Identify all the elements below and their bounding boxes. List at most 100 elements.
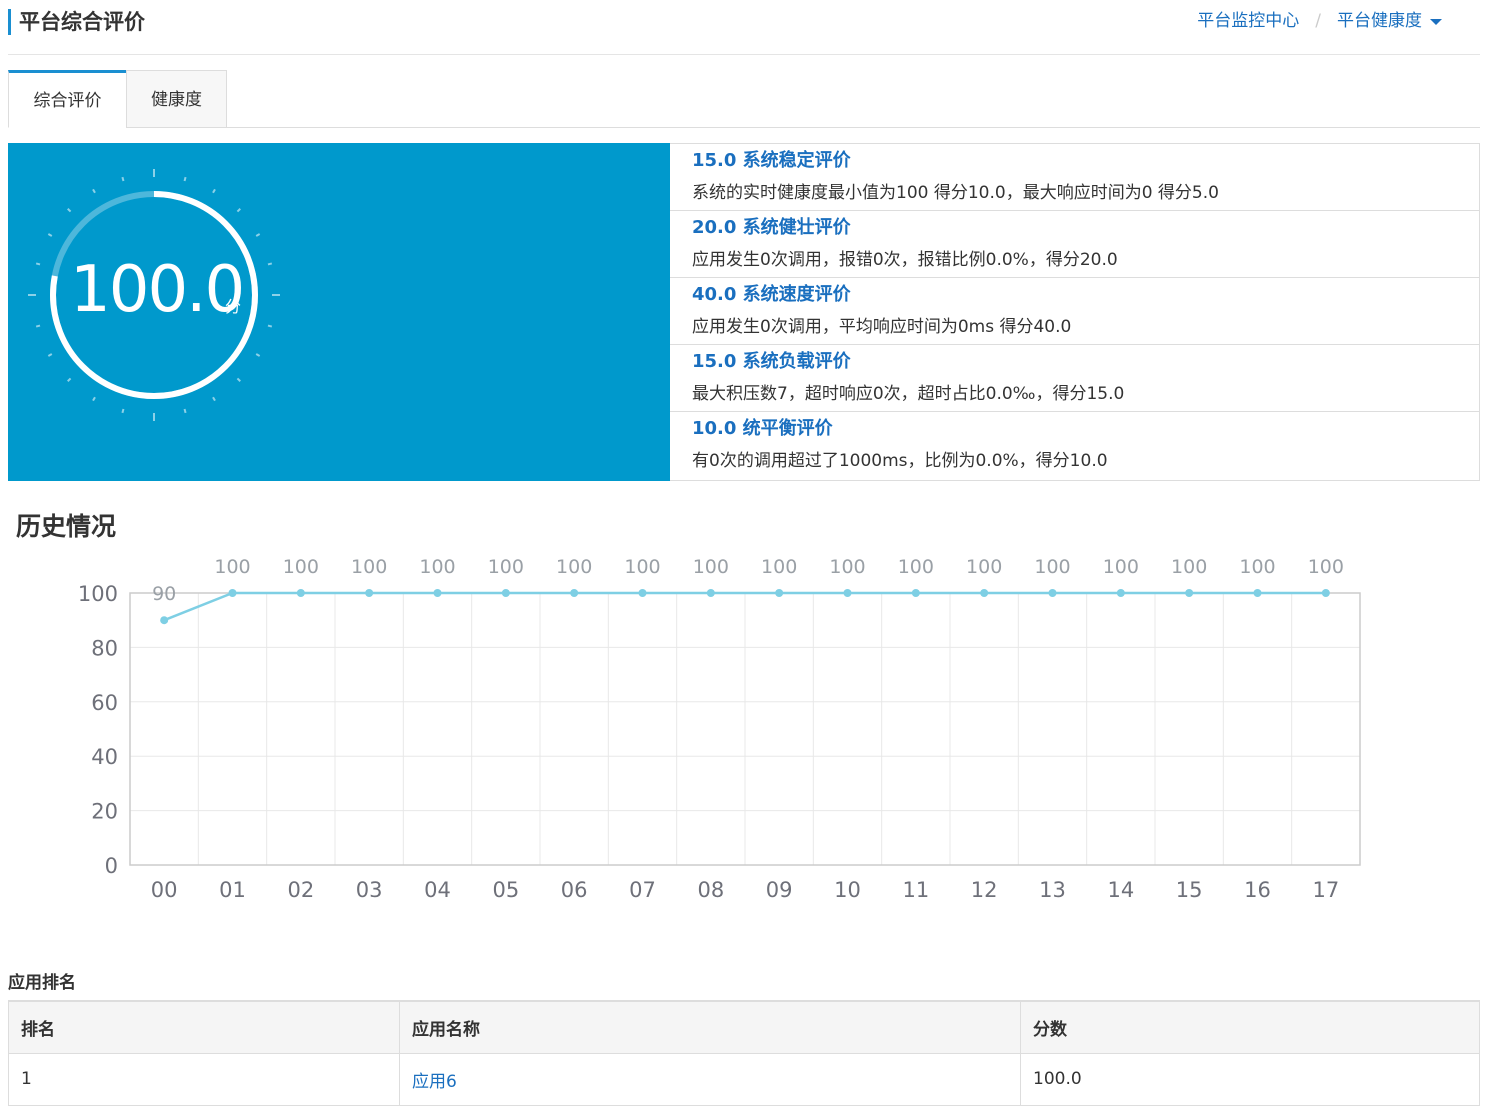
breadcrumb: 平台监控中心 / 平台健康度	[1197, 9, 1442, 33]
data-label: 100	[624, 556, 660, 578]
x-tick-label: 09	[766, 878, 793, 902]
data-point	[228, 589, 237, 597]
data-label: 100	[898, 556, 934, 578]
x-tick-label: 04	[424, 878, 451, 902]
data-point	[1321, 589, 1330, 597]
gauge-tick	[236, 208, 241, 213]
ranking-title: 应用排名	[8, 973, 76, 993]
eval-title: 15.0 系统负载评价	[692, 351, 851, 372]
data-label: 100	[1103, 556, 1139, 578]
breadcrumb-item-health[interactable]: 平台健康度	[1337, 9, 1422, 33]
data-label: 100	[351, 556, 387, 578]
tab-overall-evaluation[interactable]: 综合评价	[8, 70, 127, 128]
data-label: 100	[693, 556, 729, 578]
gauge-tick	[121, 408, 125, 414]
x-tick-label: 15	[1176, 878, 1203, 902]
data-point	[843, 589, 852, 597]
data-label: 90	[152, 583, 176, 605]
data-point	[706, 589, 715, 597]
x-tick-label: 17	[1312, 878, 1339, 902]
cell-app-name: 应用6	[399, 1052, 1021, 1106]
eval-title: 20.0 系统健壮评价	[692, 217, 851, 238]
data-label: 100	[966, 556, 1002, 578]
overall-score: 100.0	[70, 253, 245, 327]
x-tick-label: 00	[151, 878, 178, 902]
data-point	[501, 589, 510, 597]
x-tick-label: 07	[629, 878, 656, 902]
tab-bar: 综合评价 健康度	[8, 70, 1480, 128]
data-label: 100	[1308, 556, 1344, 578]
eval-title: 40.0 系统速度评价	[692, 284, 851, 305]
app-link[interactable]: 应用6	[412, 1072, 457, 1092]
gauge-tick	[47, 353, 53, 357]
y-tick-label: 40	[91, 745, 118, 769]
cell-rank: 1	[8, 1052, 400, 1106]
data-label: 100	[556, 556, 592, 578]
ranking-table: 排名 应用名称 分数 1 应用6 100.0	[8, 1000, 1480, 1106]
gauge-tick	[267, 262, 273, 266]
data-label: 100	[829, 556, 865, 578]
data-point	[365, 589, 374, 597]
data-label: 100	[761, 556, 797, 578]
data-point	[638, 589, 647, 597]
gauge-tick	[67, 377, 72, 382]
eval-desc: 最大积压数7，超时响应0次，超时占比0.0‰，得分15.0	[692, 384, 1125, 404]
x-tick-label: 03	[356, 878, 383, 902]
data-point	[570, 589, 579, 597]
data-point	[433, 589, 442, 597]
y-tick-label: 0	[105, 854, 118, 878]
gauge-tick	[267, 324, 273, 328]
data-point	[296, 589, 305, 597]
eval-desc: 应用发生0次调用，平均响应时间为0ms 得分40.0	[692, 317, 1072, 337]
x-tick-label: 01	[219, 878, 246, 902]
data-label: 100	[214, 556, 250, 578]
data-point	[1185, 589, 1194, 597]
column-header-rank[interactable]: 排名	[8, 1000, 400, 1054]
x-tick-label: 08	[697, 878, 724, 902]
data-point	[775, 589, 784, 597]
gauge-tick	[47, 233, 53, 237]
x-tick-label: 05	[492, 878, 519, 902]
eval-title: 15.0 系统稳定评价	[692, 150, 851, 171]
gauge-tick	[212, 396, 216, 402]
data-point	[1048, 589, 1057, 597]
eval-desc: 系统的实时健康度最小值为100 得分10.0，最大响应时间为0 得分5.0	[692, 183, 1219, 203]
data-point	[1253, 589, 1262, 597]
x-tick-label: 14	[1107, 878, 1134, 902]
cell-score: 100.0	[1020, 1052, 1480, 1106]
tab-health[interactable]: 健康度	[126, 70, 227, 128]
eval-item-stability: 15.0 系统稳定评价 系统的实时健康度最小值为100 得分10.0，最大响应时…	[670, 144, 1479, 211]
data-label: 100	[1171, 556, 1207, 578]
eval-desc: 应用发生0次调用，报错0次，报错比例0.0%，得分20.0	[692, 250, 1118, 270]
gauge-tick	[183, 408, 187, 414]
eval-title: 10.0 统平衡评价	[692, 418, 833, 439]
caret-down-icon[interactable]	[1430, 19, 1442, 25]
x-tick-label: 06	[561, 878, 588, 902]
data-label: 100	[1239, 556, 1275, 578]
x-tick-label: 16	[1244, 878, 1271, 902]
history-line-chart: 0 20 40 60 80 100 00 01 02 03 04 05 06 07 08 09 10 11 12 13…	[78, 556, 1361, 902]
data-label: 100	[283, 556, 319, 578]
column-header-score[interactable]: 分数	[1020, 1000, 1480, 1054]
eval-item-robustness: 20.0 系统健壮评价 应用发生0次调用，报错0次，报错比例0.0%，得分20.…	[670, 211, 1479, 278]
gauge-tick	[92, 188, 96, 194]
column-header-app-name[interactable]: 应用名称	[399, 1000, 1021, 1054]
gauge-tick	[92, 396, 96, 402]
gauge-tick	[255, 353, 261, 357]
gauge-tick	[35, 324, 41, 328]
gauge-tick	[236, 377, 241, 382]
y-tick-label: 100	[78, 582, 118, 606]
table-row: 1 应用6 100.0	[8, 1052, 1480, 1106]
gauge-tick	[212, 188, 216, 194]
data-label: 100	[419, 556, 455, 578]
y-tick-label: 80	[91, 636, 118, 660]
data-point	[1116, 589, 1125, 597]
history-title: 历史情况	[16, 512, 117, 541]
data-point	[160, 616, 169, 625]
score-unit: 分	[225, 297, 242, 316]
data-point	[911, 589, 920, 597]
y-tick-label: 20	[91, 800, 118, 824]
breadcrumb-item-monitor-center[interactable]: 平台监控中心	[1197, 9, 1299, 33]
gauge-tick	[35, 262, 41, 266]
gauge-tick	[183, 176, 187, 182]
